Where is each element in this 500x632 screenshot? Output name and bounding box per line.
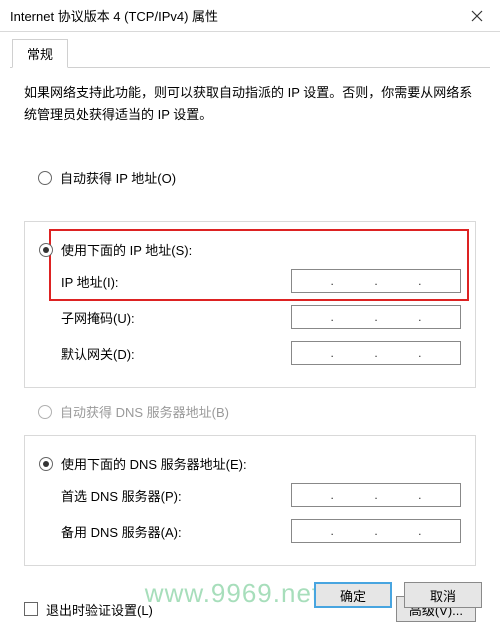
checkbox-validate[interactable]: 退出时验证设置(L) [24, 600, 153, 619]
checkbox-icon [24, 602, 38, 616]
field-dns-alternate: 备用 DNS 服务器(A): ... [39, 519, 461, 543]
radio-dns-manual[interactable]: 使用下面的 DNS 服务器地址(E): [39, 454, 461, 473]
gateway-label: 默认网关(D): [61, 344, 291, 363]
dns-preferred-input[interactable]: ... [291, 483, 461, 507]
dialog-buttons: 确定 取消 [314, 582, 482, 608]
radio-icon [39, 243, 53, 257]
window-title: Internet 协议版本 4 (TCP/IPv4) 属性 [10, 6, 218, 25]
radio-icon [38, 405, 52, 419]
field-subnet: 子网掩码(U): ... [39, 305, 461, 329]
cancel-button[interactable]: 取消 [404, 582, 482, 608]
dns-alternate-input[interactable]: ... [291, 519, 461, 543]
close-icon [471, 10, 483, 22]
gateway-input[interactable]: ... [291, 341, 461, 365]
radio-icon [38, 171, 52, 185]
radio-ip-manual-label: 使用下面的 IP 地址(S): [61, 240, 192, 259]
subnet-input[interactable]: ... [291, 305, 461, 329]
field-dns-preferred: 首选 DNS 服务器(P): ... [39, 483, 461, 507]
tab-general[interactable]: 常规 [12, 39, 68, 68]
subnet-label: 子网掩码(U): [61, 308, 291, 327]
ok-button[interactable]: 确定 [314, 582, 392, 608]
description-text: 如果网络支持此功能，则可以获取自动指派的 IP 设置。否则，你需要从网络系统管理… [24, 82, 476, 126]
radio-dns-auto: 自动获得 DNS 服务器地址(B) [38, 402, 462, 421]
radio-dns-manual-label: 使用下面的 DNS 服务器地址(E): [61, 454, 247, 473]
close-button[interactable] [454, 0, 500, 32]
field-gateway: 默认网关(D): ... [39, 341, 461, 365]
validate-label: 退出时验证设置(L) [46, 600, 153, 619]
dns-manual-group: 使用下面的 DNS 服务器地址(E): 首选 DNS 服务器(P): ... 备… [24, 435, 476, 566]
dns-preferred-label: 首选 DNS 服务器(P): [61, 486, 291, 505]
radio-icon [39, 457, 53, 471]
ip-manual-group: 使用下面的 IP 地址(S): IP 地址(I): ... 子网掩码(U): .… [24, 221, 476, 388]
ip-address-label: IP 地址(I): [61, 272, 291, 291]
radio-dns-auto-label: 自动获得 DNS 服务器地址(B) [60, 402, 229, 421]
tab-strip: 常规 [10, 42, 490, 68]
content-area: 如果网络支持此功能，则可以获取自动指派的 IP 设置。否则，你需要从网络系统管理… [0, 68, 500, 590]
ip-auto-group: 自动获得 IP 地址(O) [24, 150, 476, 207]
radio-ip-manual[interactable]: 使用下面的 IP 地址(S): [39, 240, 461, 259]
radio-ip-auto[interactable]: 自动获得 IP 地址(O) [38, 168, 462, 187]
field-ip-address: IP 地址(I): ... [39, 269, 461, 293]
dns-alternate-label: 备用 DNS 服务器(A): [61, 522, 291, 541]
title-bar: Internet 协议版本 4 (TCP/IPv4) 属性 [0, 0, 500, 32]
dns-auto-group: 自动获得 DNS 服务器地址(B) [24, 402, 476, 421]
ip-address-input[interactable]: ... [291, 269, 461, 293]
radio-ip-auto-label: 自动获得 IP 地址(O) [60, 168, 176, 187]
